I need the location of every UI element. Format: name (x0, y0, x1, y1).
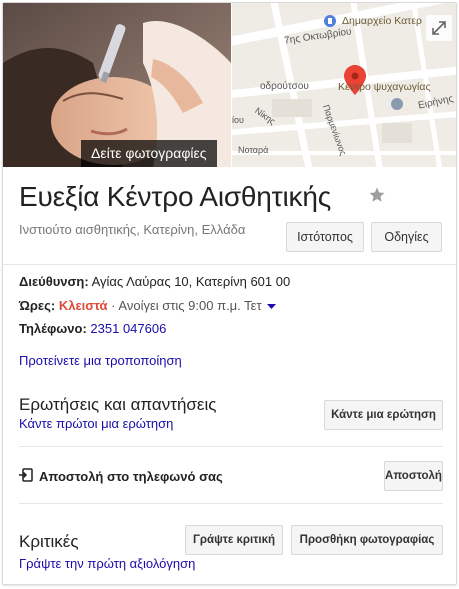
send-to-phone-icon (19, 468, 33, 482)
hours-row: Ώρες: Κλειστά · Ανοίγει στις 9:00 π.μ. Τ… (19, 298, 277, 313)
knowledge-panel: Δείτε φωτογραφίες Δημαρχείο Κατερ 7ης Οκ… (2, 2, 457, 585)
first-review-link[interactable]: Γράψτε την πρώτη αξιολόγηση (19, 556, 195, 571)
hours-separator: · (107, 298, 119, 313)
save-star-icon[interactable] (368, 186, 386, 204)
map-thumbnail[interactable]: Δημαρχείο Κατερ 7ης Οκτωβρίου οδρούτσου … (232, 3, 456, 167)
divider (19, 446, 443, 447)
expand-icon (432, 21, 446, 35)
address-label: Διεύθυνση: (19, 274, 89, 289)
add-photo-button[interactable]: Προσθήκη φωτογραφίας (291, 525, 443, 555)
ask-question-button[interactable]: Κάντε μια ερώτηση (324, 400, 443, 430)
phone-label: Τηλέφωνο: (19, 321, 87, 336)
phone-row: Τηλέφωνο: 2351 047606 (19, 321, 166, 336)
business-photo[interactable]: Δείτε φωτογραφίες (3, 3, 231, 167)
website-button[interactable]: Ιστότοπος (286, 222, 364, 252)
send-button[interactable]: Αποστολή (384, 461, 443, 491)
title-row: Ευεξία Κέντρο Αισθητικής (19, 181, 439, 217)
reviews-title: Κριτικές (19, 532, 79, 551)
address-value: Αγίας Λαύρας 10, Κατερίνη 601 00 (91, 274, 291, 289)
see-photos-button[interactable]: Δείτε φωτογραφίες (81, 140, 217, 167)
hours-next: Ανοίγει στις 9:00 π.μ. Τετ (118, 298, 262, 313)
map-label-center: Κέντρο ψυχαγωγίας (338, 81, 431, 93)
divider (19, 503, 443, 504)
qa-first-question-link[interactable]: Κάντε πρώτοι μια ερώτηση (19, 416, 173, 431)
hero: Δείτε φωτογραφίες Δημαρχείο Κατερ 7ης Οκ… (3, 3, 456, 167)
send-to-phone-label: Αποστολή στο τηλεφωνό σας (39, 469, 223, 484)
suggest-edit-link[interactable]: Προτείνετε μια τροποποίηση (19, 353, 182, 368)
business-category: Ινστιούτο αισθητικής, Κατερίνη, Ελλάδα (19, 222, 246, 237)
map-label-notara: Νοταρά (238, 145, 269, 155)
directions-button[interactable]: Οδηγίες (371, 222, 442, 252)
hours-label: Ώρες: (19, 298, 56, 313)
write-review-button[interactable]: Γράψτε κριτική (185, 525, 283, 555)
map-label-street-partial: οδρούτσου (260, 81, 309, 92)
qa-title: Ερωτήσεις και απαντήσεις (19, 395, 217, 414)
phone-link[interactable]: 2351 047606 (90, 321, 166, 336)
address-row: Διεύθυνση: Αγίας Λαύρας 10, Κατερίνη 601… (19, 274, 290, 289)
map-expand-button[interactable] (426, 15, 452, 41)
hours-dropdown-icon[interactable] (267, 303, 277, 310)
divider (3, 264, 456, 265)
hours-status: Κλειστά (58, 298, 108, 313)
map-label-city-hall: Δημαρχείο Κατερ (342, 15, 422, 27)
map-label-partial-left: ίου (232, 115, 244, 125)
